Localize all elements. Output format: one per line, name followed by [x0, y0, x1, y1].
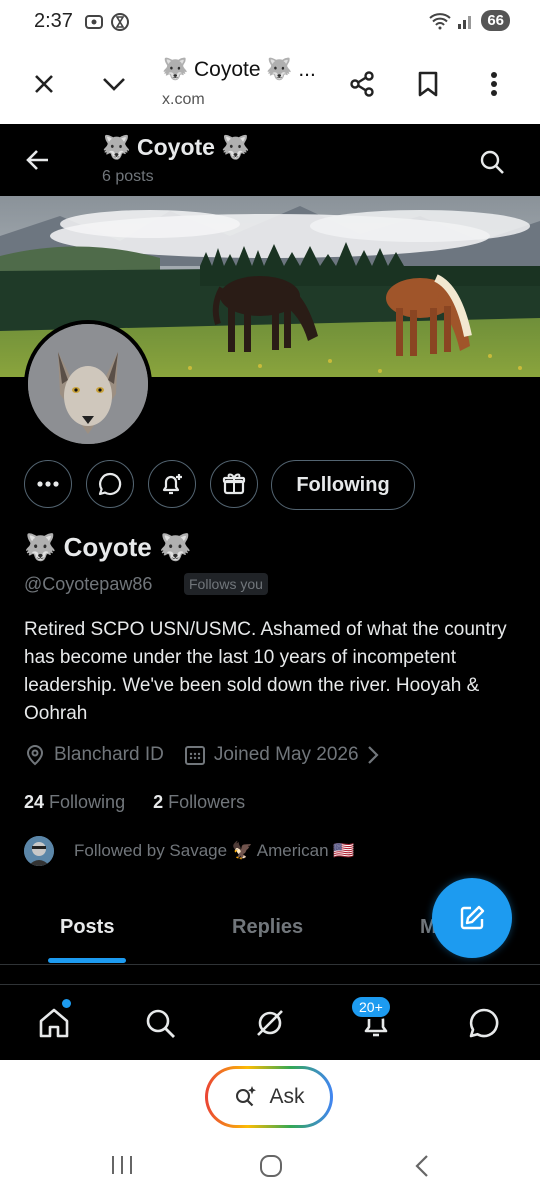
ask-label: Ask	[269, 1085, 305, 1108]
battery-indicator: 66	[481, 10, 510, 31]
following-button[interactable]: Following	[271, 460, 415, 510]
post-count: 6 posts	[102, 168, 154, 185]
ai-search-icon	[236, 1086, 257, 1107]
back-arrow-icon	[26, 150, 48, 170]
search-icon	[480, 150, 504, 174]
wifi-icon	[429, 12, 451, 30]
followed-by-row[interactable]: Followed by Savage 🦅 American 🇺🇸	[24, 836, 354, 866]
home-icon	[39, 1008, 69, 1038]
following-count: 24	[24, 792, 45, 812]
grok-icon	[257, 1010, 283, 1036]
close-icon	[35, 75, 53, 93]
recent-apps-icon	[112, 1156, 132, 1174]
chevron-right-icon	[367, 746, 379, 764]
close-tab-button[interactable]	[24, 64, 64, 104]
back-system-button[interactable]	[412, 1154, 432, 1178]
profile-avatar[interactable]	[24, 320, 152, 448]
bottom-navigation: 20+	[0, 984, 540, 1060]
ask-button[interactable]: Ask	[205, 1066, 333, 1128]
followers-count: 2	[153, 792, 164, 812]
share-icon	[350, 71, 374, 97]
bookmark-button[interactable]	[408, 64, 448, 104]
gift-icon	[222, 473, 246, 495]
back-button[interactable]	[20, 142, 56, 178]
status-time: 2:37	[34, 10, 73, 32]
gift-button[interactable]	[210, 460, 258, 508]
followers-label: Followers	[168, 792, 246, 812]
page-url: x.com	[162, 91, 205, 108]
more-horizontal-icon	[37, 481, 59, 487]
minimize-button[interactable]	[94, 64, 134, 104]
recent-apps-button[interactable]	[110, 1154, 134, 1176]
back-chevron-icon	[415, 1155, 428, 1177]
bell-plus-icon	[162, 474, 182, 495]
compose-button[interactable]	[432, 878, 512, 958]
header-name: 🐺 Coyote 🐺	[102, 134, 251, 160]
profile-bio: Retired SCPO USN/USMC. Ashamed of what t…	[24, 619, 507, 724]
location-pin-icon	[26, 745, 44, 766]
screenshot-icon	[84, 12, 104, 32]
followed-by-text: Followed by Savage 🦅 American 🇺🇸	[74, 841, 355, 860]
more-actions-button[interactable]	[24, 460, 72, 508]
follow-counts: 24 Following 2 Followers	[24, 792, 245, 813]
bookmark-icon	[418, 71, 438, 97]
location-text: Blanchard ID	[54, 744, 164, 765]
browser-toolbar: 🐺 Coyote 🐺 ... x.com	[0, 46, 540, 125]
system-navigation	[0, 1140, 540, 1200]
calendar-icon	[184, 746, 205, 765]
joined-item[interactable]: Joined May 2026	[184, 744, 379, 766]
tab-posts[interactable]: Posts	[60, 916, 114, 939]
page-title: 🐺 Coyote 🐺 ...	[162, 58, 316, 81]
profile-meta: Blanchard ID Joined May 2026	[24, 744, 399, 766]
notification-badge: 20+	[350, 995, 392, 1019]
location-item: Blanchard ID	[24, 744, 164, 766]
home-system-button[interactable]	[258, 1154, 284, 1178]
followers-link[interactable]: 2 Followers	[153, 792, 245, 813]
nav-grok[interactable]	[250, 1003, 290, 1043]
status-bar: 2:37 66	[0, 0, 540, 46]
joined-text: Joined May 2026	[213, 744, 359, 765]
active-tab-indicator	[48, 958, 126, 963]
follower-avatar	[24, 836, 54, 866]
hourglass-icon	[110, 12, 130, 32]
more-options-button[interactable]	[474, 64, 514, 104]
profile-header: 🐺 Coyote 🐺 6 posts	[0, 124, 540, 196]
home-circle-icon	[260, 1155, 282, 1177]
compose-icon	[460, 905, 485, 930]
share-button[interactable]	[342, 64, 382, 104]
message-button[interactable]	[86, 460, 134, 508]
more-vertical-icon	[491, 72, 497, 96]
home-notification-dot	[62, 999, 71, 1008]
following-label: Following	[49, 792, 126, 812]
chat-bubble-icon	[469, 1008, 499, 1038]
nav-messages[interactable]	[464, 1003, 504, 1043]
tab-replies[interactable]: Replies	[232, 916, 303, 939]
x-profile-page: 🐺 Coyote 🐺 6 posts Following 🐺 Coyote 🐺 …	[0, 124, 540, 1060]
following-link[interactable]: 24 Following	[24, 792, 125, 813]
chat-bubble-icon	[98, 472, 122, 496]
search-icon	[146, 1009, 175, 1038]
follows-you-badge: Follows you	[184, 573, 268, 595]
signal-icon	[457, 12, 475, 30]
nav-home[interactable]	[34, 1003, 74, 1043]
chevron-down-icon	[103, 78, 125, 91]
notify-button[interactable]	[148, 460, 196, 508]
search-button[interactable]	[474, 144, 510, 180]
nav-explore[interactable]	[140, 1003, 180, 1043]
user-handle: @Coyotepaw86	[24, 574, 153, 594]
display-name: 🐺 Coyote 🐺	[24, 532, 192, 562]
